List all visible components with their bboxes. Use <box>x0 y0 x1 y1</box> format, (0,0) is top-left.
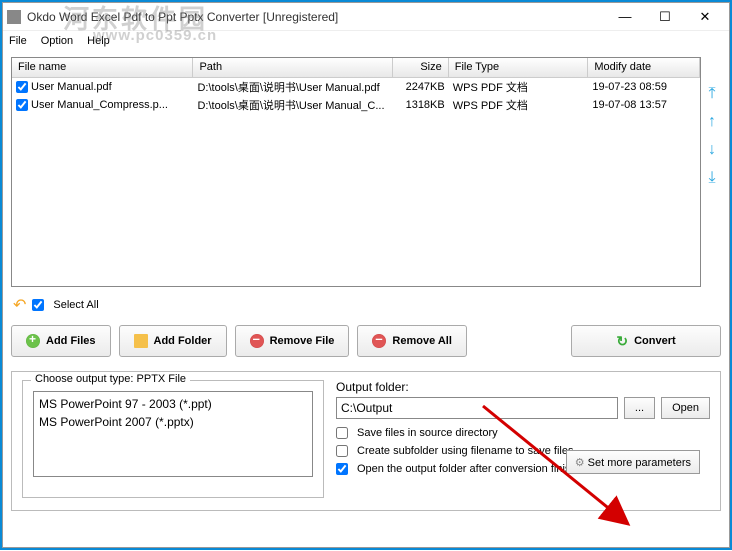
save-in-source-checkbox[interactable] <box>336 427 348 439</box>
convert-button[interactable]: ↻Convert <box>571 325 721 357</box>
selectall-arrow-icon: ↶ <box>13 295 26 315</box>
move-down-icon[interactable]: ↓ <box>703 141 721 159</box>
open-folder-button[interactable]: Open <box>661 397 710 419</box>
titlebar: 河东软件园 www.pc0359.cn Okdo Word Excel Pdf … <box>3 3 729 31</box>
add-files-button[interactable]: Add Files <box>11 325 111 357</box>
row-checkbox[interactable] <box>16 81 28 93</box>
minus-icon <box>372 334 386 348</box>
col-filetype[interactable]: File Type <box>449 58 589 77</box>
select-all-checkbox[interactable] <box>32 299 44 311</box>
add-folder-button[interactable]: Add Folder <box>119 325 227 357</box>
table-row[interactable]: User Manual.pdf D:\tools\桌面\说明书\User Man… <box>12 78 700 96</box>
lower-panel: Choose output type: PPTX File MS PowerPo… <box>11 371 721 511</box>
cell-type: WPS PDF 文档 <box>449 78 589 96</box>
minimize-button[interactable]: — <box>605 4 645 30</box>
move-bottom-icon[interactable]: ⤓ <box>703 169 721 187</box>
output-type-legend: Choose output type: PPTX File <box>31 373 190 385</box>
move-top-icon[interactable]: ⤒ <box>703 85 721 103</box>
window-title: Okdo Word Excel Pdf to Ppt Pptx Converte… <box>27 10 605 24</box>
select-all-label: Select All <box>53 299 98 311</box>
list-item[interactable]: MS PowerPoint 2007 (*.pptx) <box>37 413 309 431</box>
minus-icon <box>250 334 264 348</box>
create-subfolder-checkbox[interactable] <box>336 445 348 457</box>
table-header: File name Path Size File Type Modify dat… <box>12 58 700 78</box>
cell-filename: User Manual_Compress.p... <box>31 99 168 111</box>
reorder-buttons: ⤒ ↑ ↓ ⤓ <box>703 85 721 187</box>
table-body: User Manual.pdf D:\tools\桌面\说明书\User Man… <box>12 78 700 114</box>
cell-filename: User Manual.pdf <box>31 81 112 93</box>
list-item[interactable]: MS PowerPoint 97 - 2003 (*.ppt) <box>37 395 309 413</box>
col-size[interactable]: Size <box>393 58 449 77</box>
cell-date: 19-07-23 08:59 <box>588 80 700 94</box>
table-row[interactable]: User Manual_Compress.p... D:\tools\桌面\说明… <box>12 96 700 114</box>
open-after-label: Open the output folder after conversion … <box>357 463 589 475</box>
output-type-list[interactable]: MS PowerPoint 97 - 2003 (*.ppt) MS Power… <box>33 391 313 477</box>
cell-path: D:\tools\桌面\说明书\User Manual.pdf <box>193 78 392 96</box>
open-after-checkbox[interactable] <box>336 463 348 475</box>
create-subfolder-label: Create subfolder using filename to save … <box>357 445 573 457</box>
plus-icon <box>26 334 40 348</box>
menu-help[interactable]: Help <box>87 35 110 47</box>
menu-option[interactable]: Option <box>41 35 73 47</box>
cell-path: D:\tools\桌面\说明书\User Manual_C... <box>193 96 392 114</box>
gear-icon: ⚙ <box>575 457 585 469</box>
output-folder-label: Output folder: <box>336 380 710 394</box>
cell-size: 2247KB <box>393 80 449 94</box>
col-path[interactable]: Path <box>193 58 392 77</box>
output-folder-input[interactable] <box>336 397 618 419</box>
remove-file-button[interactable]: Remove File <box>235 325 350 357</box>
cell-type: WPS PDF 文档 <box>449 96 589 114</box>
app-icon <box>7 10 21 24</box>
file-table: File name Path Size File Type Modify dat… <box>11 57 701 287</box>
browse-button[interactable]: ... <box>624 397 655 419</box>
cell-date: 19-07-08 13:57 <box>588 98 700 112</box>
set-more-parameters-button[interactable]: ⚙ Set more parameters <box>566 450 700 474</box>
convert-icon: ↻ <box>616 333 628 350</box>
row-checkbox[interactable] <box>16 99 28 111</box>
save-in-source-label: Save files in source directory <box>357 427 498 439</box>
remove-all-button[interactable]: Remove All <box>357 325 467 357</box>
move-up-icon[interactable]: ↑ <box>703 113 721 131</box>
folder-icon <box>134 334 148 348</box>
menu-file[interactable]: File <box>9 35 27 47</box>
cell-size: 1318KB <box>393 98 449 112</box>
menubar: File Option Help <box>3 31 729 51</box>
col-modifydate[interactable]: Modify date <box>588 58 700 77</box>
col-filename[interactable]: File name <box>12 58 193 77</box>
maximize-button[interactable]: ☐ <box>645 4 685 30</box>
close-button[interactable]: ✕ <box>685 4 725 30</box>
application-window: 河东软件园 www.pc0359.cn Okdo Word Excel Pdf … <box>2 2 730 548</box>
